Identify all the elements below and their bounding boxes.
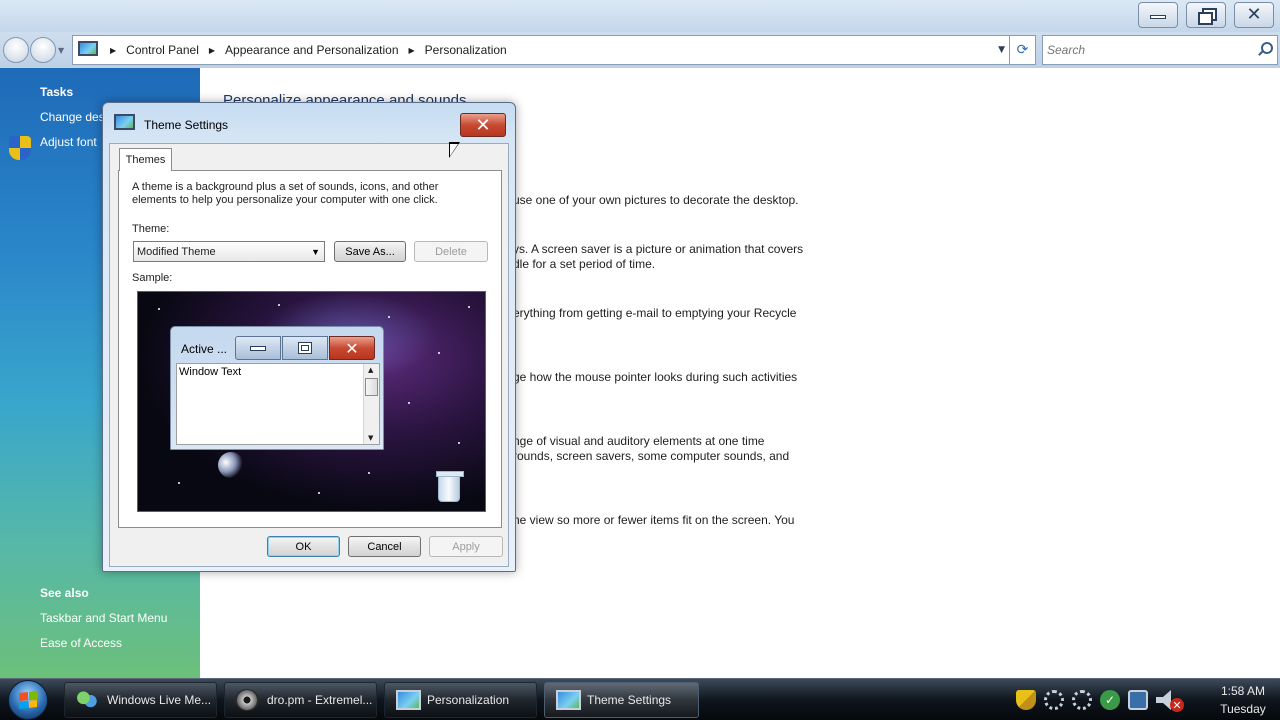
- tab-themes[interactable]: Themes: [119, 148, 172, 171]
- desktop-background-description: use one of your own pictures to decorate…: [513, 193, 799, 207]
- see-also-heading: See also: [40, 586, 89, 600]
- breadcrumb-personalization[interactable]: Personalization: [425, 43, 507, 57]
- taskbar-button-label: Personalization: [427, 693, 510, 707]
- close-icon: ✕: [475, 114, 491, 136]
- theme-description-text: A theme is a background plus a set of so…: [132, 181, 439, 206]
- preview-scrollbar: ▲ ▼: [363, 364, 379, 444]
- sample-label: Sample:: [132, 272, 173, 284]
- media-icon: [235, 689, 259, 711]
- messenger-icon: [75, 689, 99, 711]
- error-badge-icon: ✕: [1170, 698, 1184, 712]
- theme-select-value: Modified Theme: [137, 245, 216, 258]
- network-icon[interactable]: [1128, 690, 1148, 710]
- themes-tab-panel: A theme is a background plus a set of so…: [118, 170, 502, 528]
- address-dropdown-icon[interactable]: ▼: [998, 45, 1005, 55]
- control-panel-icon: [76, 40, 100, 60]
- cancel-button[interactable]: Cancel: [348, 536, 421, 557]
- dropdown-arrow-icon: ▼: [311, 247, 320, 257]
- minimize-button[interactable]: [1138, 2, 1178, 28]
- taskbar-button-messenger[interactable]: Windows Live Me...: [64, 682, 217, 718]
- mouse-pointers-description: ge how the mouse pointer looks during su…: [513, 370, 798, 384]
- preview-maximize-icon: [282, 336, 328, 360]
- breadcrumb-appearance[interactable]: Appearance and Personalization: [225, 43, 398, 57]
- security-shield-icon[interactable]: [1016, 690, 1036, 710]
- close-button[interactable]: ✕: [1234, 2, 1274, 28]
- refresh-icon: ⟳: [1016, 42, 1029, 58]
- screen-saver-description: ys. A screen saver is a picture or anima…: [513, 242, 804, 271]
- mouse-cursor-icon: [449, 142, 463, 162]
- taskbar: Windows Live Me... dro.pm - Extremel... …: [0, 678, 1280, 720]
- window-titlebar: ✕: [0, 0, 1280, 32]
- theme-sample-preview: Active ... ✕ Window Text ▲ ▼: [137, 291, 486, 512]
- start-button[interactable]: [8, 680, 48, 720]
- delete-button[interactable]: Delete: [414, 241, 488, 262]
- taskbar-button-theme-settings[interactable]: Theme Settings: [544, 682, 699, 718]
- preview-window-title: Active ...: [181, 342, 228, 356]
- save-as-button[interactable]: Save As...: [334, 241, 406, 262]
- windows-logo-icon: [19, 691, 37, 709]
- breadcrumb-separator-icon[interactable]: ▶: [209, 46, 215, 55]
- breadcrumb: ▶ Control Panel ▶ Appearance and Persona…: [110, 43, 517, 57]
- scroll-down-arrow-icon: ▼: [368, 434, 374, 442]
- dialog-title: Theme Settings: [144, 118, 229, 132]
- preview-active-window: Active ... ✕ Window Text ▲ ▼: [170, 326, 384, 450]
- task-link-change-desktop[interactable]: Change des: [40, 110, 105, 124]
- control-panel-icon: [555, 689, 581, 711]
- minimize-icon: [1150, 15, 1166, 19]
- preview-window-text: Window Text: [179, 366, 242, 378]
- planet-graphic: [218, 452, 244, 478]
- task-link-adjust-font[interactable]: Adjust font: [40, 135, 97, 149]
- tray-app-icon[interactable]: [1072, 690, 1092, 710]
- breadcrumb-control-panel[interactable]: Control Panel: [126, 43, 199, 57]
- taskbar-button-personalization[interactable]: Personalization: [384, 682, 537, 718]
- preview-window-client: Window Text ▲ ▼: [176, 363, 380, 445]
- taskbar-button-label: Windows Live Me...: [107, 693, 212, 707]
- taskbar-button-label: Theme Settings: [587, 693, 672, 707]
- theme-settings-dialog: Theme Settings ✕ Themes A theme is a bac…: [102, 102, 516, 572]
- scroll-thumb: [365, 378, 378, 396]
- address-toolbar: ▼ ▶ Control Panel ▶ Appearance and Perso…: [0, 32, 1280, 68]
- display-settings-description: ne view so more or fewer items fit on th…: [513, 513, 795, 527]
- checkmark-icon[interactable]: ✓: [1100, 690, 1120, 710]
- control-panel-icon: [395, 689, 421, 711]
- refresh-button[interactable]: ⟳: [1010, 35, 1036, 65]
- theme-label: Theme:: [132, 223, 170, 235]
- dialog-close-button[interactable]: ✕: [460, 113, 506, 137]
- taskbar-button-label: dro.pm - Extremel...: [267, 693, 373, 707]
- taskbar-button-media[interactable]: dro.pm - Extremel...: [224, 682, 377, 718]
- sounds-description: erything from getting e-mail to emptying…: [513, 306, 797, 320]
- close-icon: ✕: [1246, 4, 1262, 25]
- breadcrumb-separator-icon[interactable]: ▶: [110, 46, 116, 55]
- uac-shield-icon: [9, 136, 31, 160]
- dialog-body: Themes A theme is a background plus a se…: [109, 143, 509, 567]
- tasks-heading: Tasks: [40, 85, 74, 99]
- preview-minimize-icon: [235, 336, 281, 360]
- search-icon[interactable]: [1257, 42, 1273, 56]
- back-button[interactable]: [3, 37, 29, 63]
- clock-time: 1:58 AM: [1220, 684, 1266, 698]
- preview-close-icon: ✕: [329, 336, 375, 360]
- address-bar[interactable]: ▶ Control Panel ▶ Appearance and Persona…: [72, 35, 1010, 65]
- control-panel-icon: [113, 113, 137, 135]
- restore-icon: [1198, 8, 1217, 25]
- recycle-bin-icon: [436, 471, 464, 502]
- system-clock[interactable]: 1:58 AM Tuesday: [1210, 682, 1276, 718]
- forward-button[interactable]: [30, 37, 56, 63]
- notification-area: ✓ ✕: [1010, 682, 1206, 718]
- apply-button[interactable]: Apply: [429, 536, 503, 557]
- breadcrumb-separator-icon[interactable]: ▶: [409, 46, 415, 55]
- theme-description: nge of visual and auditory elements at o…: [513, 434, 790, 463]
- ok-button[interactable]: OK: [267, 536, 340, 557]
- see-also-link-ease-of-access[interactable]: Ease of Access: [40, 636, 122, 650]
- recent-pages-dropdown-icon[interactable]: ▼: [58, 46, 64, 55]
- search-box[interactable]: [1042, 35, 1278, 65]
- theme-select[interactable]: Modified Theme ▼: [133, 241, 325, 262]
- see-also-link-taskbar[interactable]: Taskbar and Start Menu: [40, 611, 167, 625]
- search-input[interactable]: [1047, 38, 1247, 62]
- scroll-up-arrow-icon: ▲: [368, 366, 374, 374]
- maximize-button[interactable]: [1186, 2, 1226, 28]
- settings-gear-icon[interactable]: [1044, 690, 1064, 710]
- clock-day: Tuesday: [1220, 702, 1266, 716]
